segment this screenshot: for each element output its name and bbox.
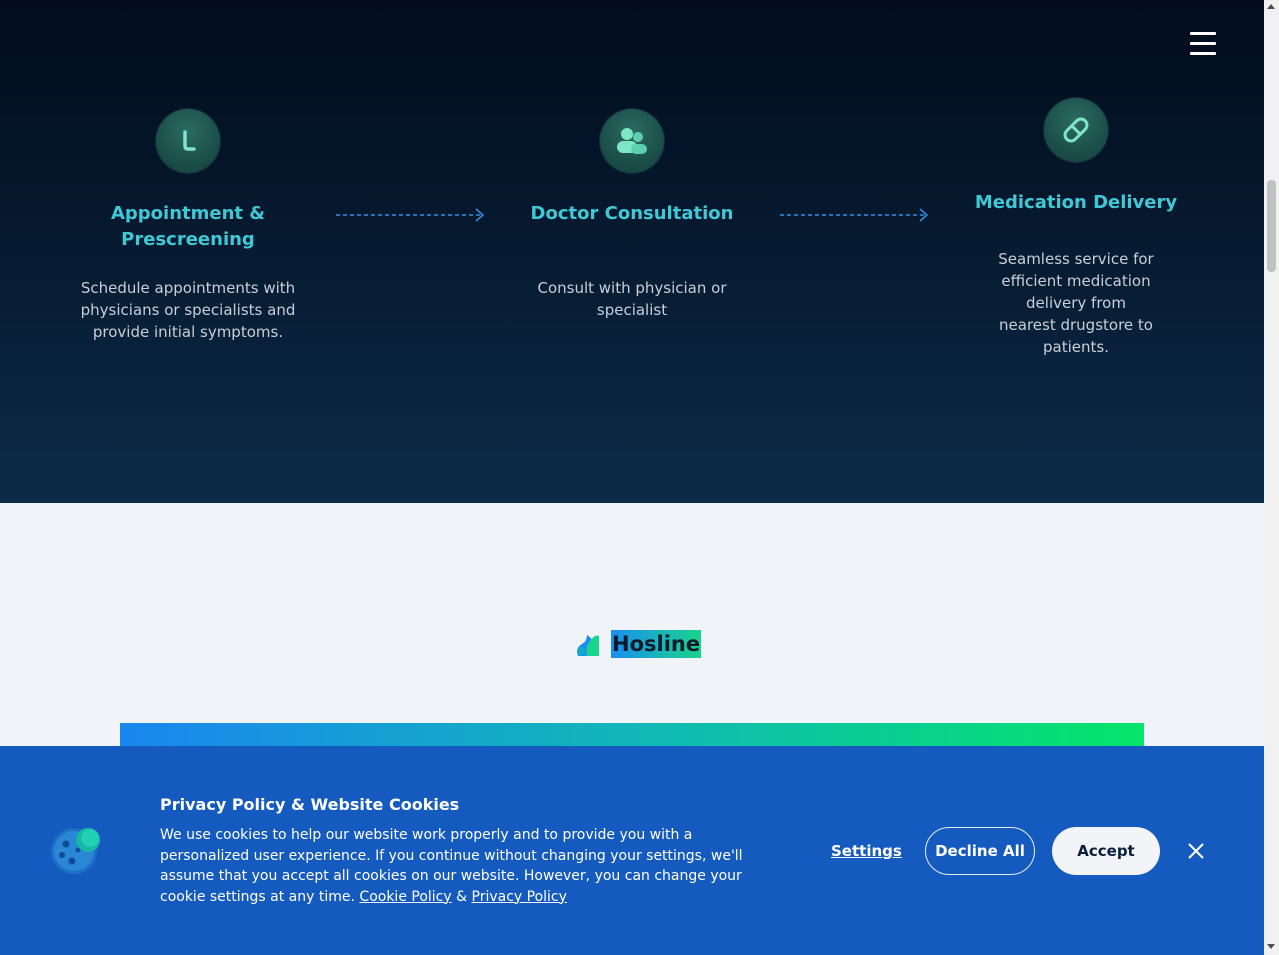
privacy-policy-link[interactable]: Privacy Policy <box>472 889 567 905</box>
cookie-banner: Privacy Policy & Website Cookies We use … <box>0 746 1264 955</box>
cookie-settings-button[interactable]: Settings <box>831 842 902 860</box>
brand-name: Hosline <box>611 630 702 658</box>
scrollbar-thumb[interactable] <box>1267 180 1276 272</box>
step-description: Schedule appointments with physicians or… <box>80 279 296 341</box>
process-section: Appointment & Prescreening Schedule appo… <box>0 0 1264 503</box>
cookie-banner-title: Privacy Policy & Website Cookies <box>160 795 460 814</box>
step-title: Medication Delivery <box>974 192 1178 213</box>
scroll-up-icon[interactable] <box>1267 4 1275 9</box>
menu-line <box>1190 52 1216 55</box>
step-medication: Medication Delivery Seamless service for… <box>956 98 1196 358</box>
clock-icon <box>156 109 220 173</box>
hamburger-menu-icon[interactable] <box>1190 32 1218 56</box>
people-icon <box>600 109 664 173</box>
step-title: Appointment & Prescreening <box>110 203 265 250</box>
close-icon[interactable] <box>1186 841 1206 861</box>
menu-line <box>1190 42 1216 45</box>
menu-line <box>1190 32 1216 35</box>
step-description: Seamless service for efficient medicatio… <box>998 250 1154 356</box>
arrow-right-icon <box>336 208 485 222</box>
link-separator: & <box>456 888 468 905</box>
hosline-logo-icon <box>577 635 599 656</box>
decline-all-button[interactable]: Decline All <box>925 827 1035 875</box>
accept-button[interactable]: Accept <box>1052 827 1160 875</box>
pills-icon <box>1044 98 1108 162</box>
cookie-icon <box>51 828 100 874</box>
step-consultation: Doctor Consultation Consult with physici… <box>512 109 752 321</box>
cookie-banner-body: We use cookies to help our website work … <box>160 827 743 905</box>
arrow-right-icon <box>780 208 929 222</box>
cookie-banner-text: We use cookies to help our website work … <box>160 825 760 907</box>
gradient-banner <box>120 723 1144 746</box>
brand-logo[interactable]: Hosline <box>575 630 702 658</box>
step-description: Consult with physician or specialist <box>537 279 727 319</box>
step-appointment: Appointment & Prescreening Schedule appo… <box>68 109 308 343</box>
cookie-policy-link[interactable]: Cookie Policy <box>359 889 451 905</box>
vertical-scrollbar[interactable] <box>1264 0 1279 955</box>
step-title: Doctor Consultation <box>530 203 734 224</box>
scroll-down-icon[interactable] <box>1267 944 1275 949</box>
